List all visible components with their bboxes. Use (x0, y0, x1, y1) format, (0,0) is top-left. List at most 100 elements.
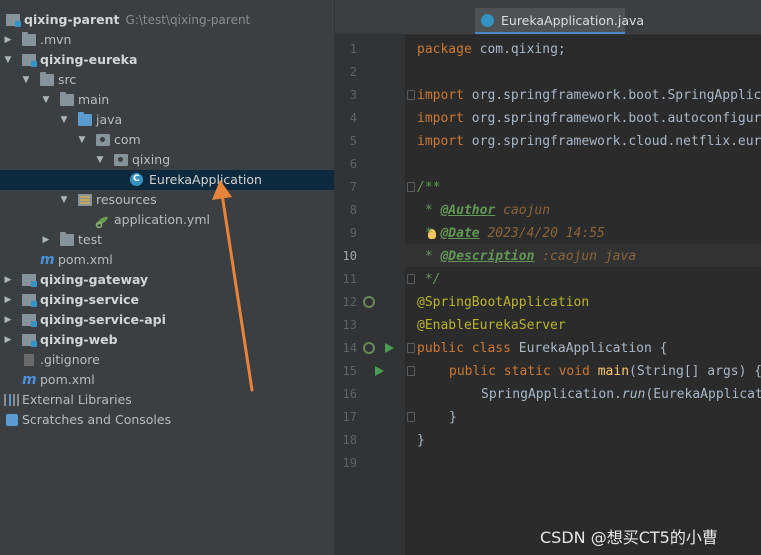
tree-item-label: pom.xml (58, 252, 113, 267)
resources-folder-icon (78, 194, 92, 206)
chevron-right-icon[interactable]: ▶ (2, 30, 14, 50)
spring-bean-icon[interactable] (363, 296, 375, 308)
tree-item-application-yml[interactable]: application.yml (0, 210, 334, 230)
tree-item-src[interactable]: ▼ src (0, 70, 334, 90)
upper-tab-row (335, 0, 761, 8)
line-number: 8 (349, 203, 357, 217)
code-line-9: * @Date 2023/4/20 14:55 (417, 226, 605, 241)
line-number: 19 (342, 456, 357, 470)
java-class-icon (130, 173, 143, 186)
tree-item-label: qixing-web (40, 332, 118, 347)
line-number: 10 (342, 249, 357, 263)
maven-icon: m (40, 252, 55, 268)
module-icon (22, 54, 37, 67)
tree-item-external-libraries[interactable]: External Libraries (0, 390, 334, 410)
line-number: 6 (349, 157, 357, 171)
line-number: 3 (349, 88, 357, 102)
run-icon[interactable] (375, 366, 384, 376)
chevron-down-icon[interactable]: ▼ (94, 150, 106, 170)
chevron-down-icon[interactable]: ▼ (76, 130, 88, 150)
tree-item-eureka-application[interactable]: EurekaApplication (0, 170, 334, 190)
chevron-right-icon[interactable]: ▶ (2, 330, 14, 350)
tree-item-qixing[interactable]: ▼ qixing (0, 150, 334, 170)
code-line-7: /** (417, 180, 441, 195)
line-number: 4 (349, 111, 357, 125)
code-line-10: * @Description :caojun java (417, 249, 637, 264)
line-number: 7 (349, 180, 357, 194)
chevron-down-icon[interactable]: ▼ (58, 110, 70, 130)
code-line-5: import org.springframework.cloud.netflix… (417, 134, 761, 149)
chevron-down-icon[interactable]: ▼ (20, 70, 32, 90)
tree-item-label: EurekaApplication (149, 172, 262, 187)
tree-item-test[interactable]: ▶ test (0, 230, 334, 250)
package-icon (96, 134, 110, 146)
tree-item-label: Scratches and Consoles (22, 412, 172, 427)
tree-item-qixing-service[interactable]: ▶ qixing-service (0, 290, 334, 310)
tree-item-pom-eureka[interactable]: m pom.xml (0, 250, 334, 270)
chevron-right-icon[interactable]: ▶ (2, 290, 14, 310)
code-line-11: */ (417, 272, 441, 287)
tree-item-label: External Libraries (22, 392, 132, 407)
java-class-icon (481, 14, 494, 27)
tree-item-label: com (114, 132, 141, 147)
editor-gutter[interactable]: 1 2 3 4 5 6 7 8 9 10 11 12 13 14 15 16 17 18 19 (335, 35, 436, 555)
module-icon (6, 14, 21, 27)
chevron-down-icon[interactable]: ▼ (40, 90, 52, 110)
line-number: 1 (349, 42, 357, 56)
line-number: 9 (349, 226, 357, 240)
editor-tab-strip: EurekaApplication.java (335, 8, 761, 35)
module-icon (22, 274, 37, 287)
code-line-4: import org.springframework.boot.autoconf… (417, 111, 761, 126)
line-number: 12 (342, 295, 357, 309)
line-number: 5 (349, 134, 357, 148)
chevron-right-icon[interactable]: ▶ (2, 310, 14, 330)
tree-item-main[interactable]: ▼ main (0, 90, 334, 110)
chevron-down-icon[interactable]: ▼ (58, 190, 70, 210)
chevron-right-icon[interactable]: ▶ (2, 270, 14, 290)
line-number: 13 (342, 318, 357, 332)
tree-item-label: pom.xml (40, 372, 95, 387)
run-icon[interactable] (385, 343, 394, 353)
chevron-right-icon[interactable]: ▶ (40, 230, 52, 250)
tree-item-qixing-gateway[interactable]: ▶ qixing-gateway (0, 270, 334, 290)
watermark: CSDN @想买CT5的小曹 (540, 528, 718, 547)
library-icon (4, 394, 20, 406)
tree-item-mvn[interactable]: ▶ .mvn (0, 30, 334, 50)
code-line-17: } (449, 410, 457, 425)
tree-item-label: qixing-service (40, 292, 140, 307)
tree-item-qixing-web[interactable]: ▶ qixing-web (0, 330, 334, 350)
tree-item-label: qixing (132, 152, 171, 167)
tree-item-resources[interactable]: ▼ resources (0, 190, 334, 210)
folder-icon (60, 232, 74, 246)
chevron-down-icon[interactable]: ▼ (2, 50, 14, 70)
tab-eureka-application[interactable]: EurekaApplication.java (475, 8, 644, 34)
line-number: 18 (342, 433, 357, 447)
line-number: 11 (342, 272, 357, 286)
line-number: 14 (342, 341, 357, 355)
code-line-14: public class EurekaApplication { (417, 341, 668, 356)
code-line-12: @SpringBootApplication (417, 295, 590, 310)
tree-item-root[interactable]: qixing-parent G:\test\qixing-parent (0, 10, 334, 30)
tree-item-label: .gitignore (40, 352, 100, 367)
code-editor[interactable]: package com.qixing; import org.springfra… (405, 35, 761, 555)
tree-item-java[interactable]: ▼ java (0, 110, 334, 130)
folder-icon (40, 72, 54, 86)
tree-item-qixing-service-api[interactable]: ▶ qixing-service-api (0, 310, 334, 330)
folder-icon (22, 32, 36, 46)
tree-item-qixing-eureka[interactable]: ▼ qixing-eureka (0, 50, 334, 70)
tree-item-pom-root[interactable]: m pom.xml (0, 370, 334, 390)
line-number: 16 (342, 387, 357, 401)
line-number: 15 (342, 364, 357, 378)
tree-item-scratches[interactable]: Scratches and Consoles (0, 410, 334, 430)
spring-bean-icon[interactable] (363, 342, 375, 354)
tree-item-gitignore[interactable]: .gitignore (0, 350, 334, 370)
root-name: qixing-parent (24, 12, 120, 27)
package-icon (114, 154, 128, 166)
root-path: G:\test\qixing-parent (125, 13, 251, 27)
tree-item-label: resources (96, 192, 157, 207)
tree-item-label: .mvn (40, 32, 72, 47)
code-line-1: package com.qixing; (417, 42, 566, 57)
code-line-15: public static void main(String[] args) { (449, 364, 761, 379)
yaml-file-icon (94, 214, 108, 229)
tree-item-com[interactable]: ▼ com (0, 130, 334, 150)
